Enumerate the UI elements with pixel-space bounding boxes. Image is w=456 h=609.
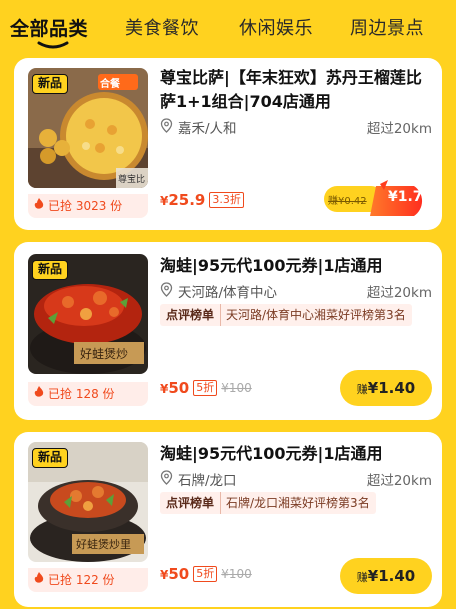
- location-text: 石牌/龙口: [178, 473, 237, 489]
- earn-button[interactable]: 赚¥1.40: [340, 558, 432, 594]
- tab-food-dining[interactable]: 美食餐饮: [125, 14, 199, 40]
- location-pin-icon: [160, 118, 173, 137]
- location-text: 天河路/体育中心: [178, 285, 278, 301]
- earn-new-value: ¥1.72: [388, 189, 433, 205]
- fire-icon: [34, 568, 44, 592]
- fire-icon: [34, 382, 44, 406]
- discount-tag: 5折: [193, 380, 218, 396]
- distance-text: 超过20km: [366, 121, 432, 137]
- sold-count-text: 已抢 3023 份: [48, 199, 123, 213]
- category-tabs: 全部品类 美食餐饮 休闲娱乐 周边景点: [0, 0, 456, 52]
- original-price: ¥100: [221, 381, 252, 395]
- location-row: 嘉禾/人和 超过20km: [160, 116, 432, 137]
- distance-text: 超过20km: [366, 473, 432, 489]
- price-row: ¥25.9 3.3折: [160, 190, 244, 214]
- earn-button[interactable]: 赚¥1.40: [340, 370, 432, 406]
- location-pin-icon: [160, 470, 173, 489]
- image-caption: 好蛙煲炒: [80, 346, 128, 361]
- sold-count-text: 已抢 122 份: [48, 573, 115, 587]
- deal-image: 好蛙煲炒里 新品: [28, 442, 148, 562]
- deal-card[interactable]: 好蛙煲炒 新品 已抢 128 份 淘蛙|95元代100元券|1店通用 天河路/体…: [14, 242, 442, 420]
- earn-prefix: 赚: [356, 571, 368, 584]
- sold-count: 已抢 122 份: [28, 568, 148, 592]
- location-text: 嘉禾/人和: [178, 121, 237, 137]
- deal-title[interactable]: 淘蛙|95元代100元券|1店通用: [160, 442, 430, 466]
- new-badge: 新品: [32, 74, 69, 94]
- tab-nearby-attractions[interactable]: 周边景点: [350, 14, 424, 40]
- fire-icon: [34, 194, 44, 218]
- sold-count: 已抢 3023 份: [28, 194, 148, 218]
- sold-count-text: 已抢 128 份: [48, 387, 115, 401]
- sold-count: 已抢 128 份: [28, 382, 148, 406]
- ranking-tag: 点评榜单: [160, 304, 222, 326]
- ranking-text: 天河路/体育中心湘菜好评榜第3名: [226, 308, 406, 322]
- active-tab-indicator: [37, 41, 69, 49]
- new-badge: 新品: [32, 448, 69, 468]
- ranking-text: 石牌/龙口湘菜好评榜第3名: [226, 496, 370, 510]
- deal-card[interactable]: 好蛙煲炒里 新品 已抢 122 份 淘蛙|95元代100元券|1店通用 石牌/龙…: [14, 432, 442, 607]
- image-caption: 尊宝比: [118, 175, 146, 185]
- ranking-badge[interactable]: 点评榜单 天河路/体育中心湘菜好评榜第3名: [160, 304, 412, 326]
- new-badge: 新品: [32, 260, 69, 280]
- image-caption: 好蛙煲炒里: [76, 537, 131, 551]
- discount-tag: 5折: [193, 566, 218, 582]
- ranking-tag: 点评榜单: [160, 492, 222, 514]
- tab-leisure[interactable]: 休闲娱乐: [239, 14, 313, 40]
- earn-old-value: 赚¥0.42: [328, 196, 367, 207]
- location-row: 石牌/龙口 超过20km: [160, 468, 432, 489]
- original-price: ¥100: [221, 567, 252, 581]
- earn-value: ¥1.40: [367, 379, 416, 397]
- price-row: ¥50 5折 ¥100: [160, 378, 252, 402]
- location-row: 天河路/体育中心 超过20km: [160, 280, 432, 301]
- earn-button[interactable]: 赚¥0.42 ¥1.72: [324, 180, 432, 216]
- deal-price: ¥25.9: [160, 191, 206, 209]
- deal-price: ¥50: [160, 565, 190, 583]
- deal-title[interactable]: 淘蛙|95元代100元券|1店通用: [160, 254, 430, 278]
- earn-prefix: 赚: [356, 383, 368, 396]
- price-row: ¥50 5折 ¥100: [160, 564, 252, 588]
- image-promo-label: 合餐: [100, 79, 120, 90]
- deal-price: ¥50: [160, 379, 190, 397]
- deal-image: 新品 合餐 尊宝比: [28, 68, 148, 188]
- deal-image: 好蛙煲炒 新品: [28, 254, 148, 374]
- discount-tag: 3.3折: [209, 192, 244, 208]
- deal-card[interactable]: 新品 合餐 尊宝比 已抢 3023 份 尊宝比萨|【年末狂欢】苏丹王榴莲比萨1+…: [14, 58, 442, 230]
- tab-all-categories[interactable]: 全部品类: [10, 14, 88, 41]
- deal-title[interactable]: 尊宝比萨|【年末狂欢】苏丹王榴莲比萨1+1组合|704店通用: [160, 66, 430, 114]
- earn-value: ¥1.40: [367, 567, 416, 585]
- distance-text: 超过20km: [366, 285, 432, 301]
- ranking-badge[interactable]: 点评榜单 石牌/龙口湘菜好评榜第3名: [160, 492, 376, 514]
- location-pin-icon: [160, 282, 173, 301]
